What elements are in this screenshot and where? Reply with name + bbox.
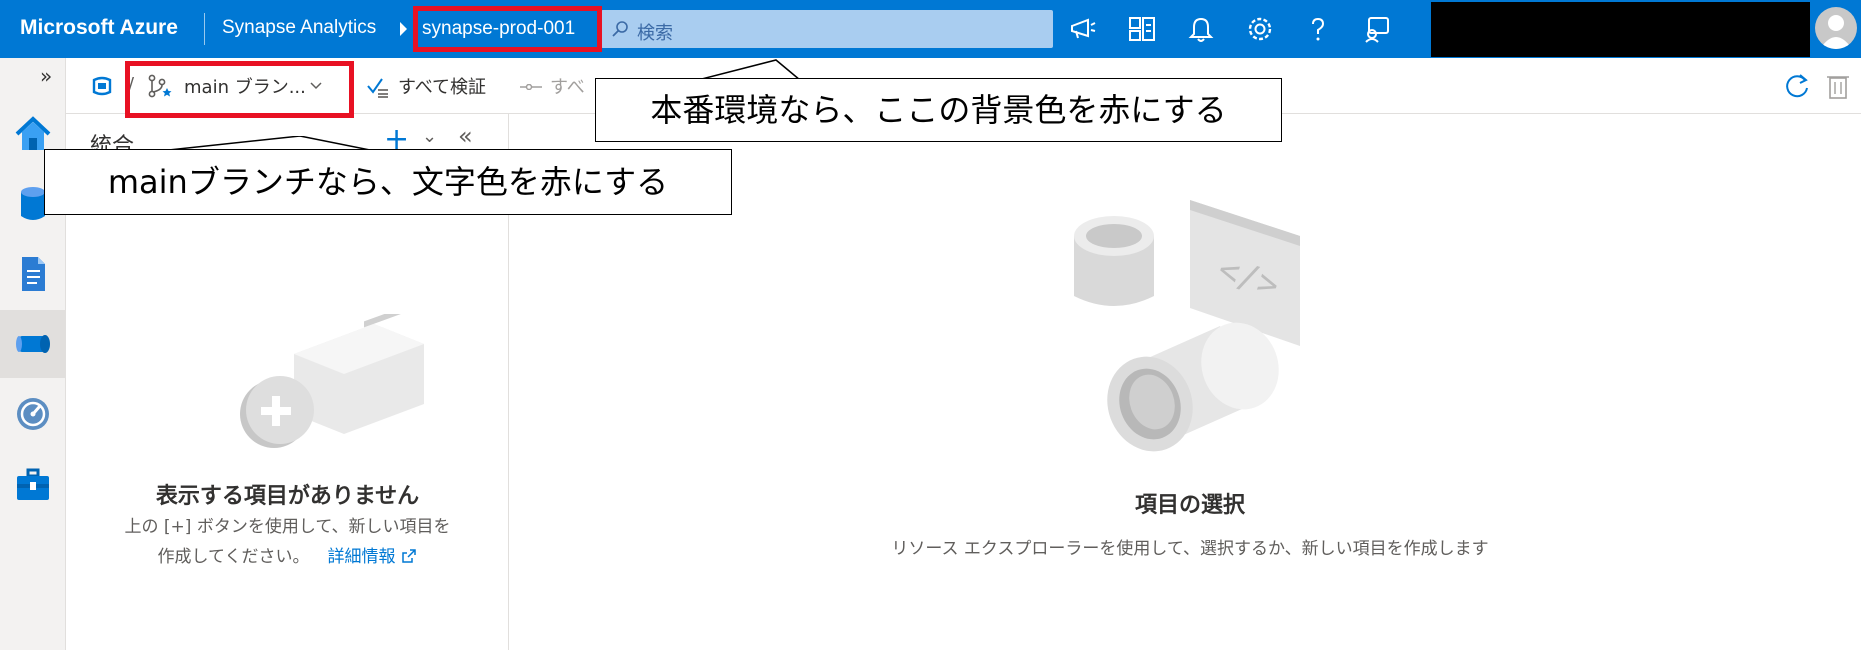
person-icon	[1820, 15, 1852, 49]
monitor-gauge-icon	[17, 398, 49, 430]
empty-state-text-2: 作成してください。 詳細情報	[66, 542, 509, 567]
rail-item-integrate[interactable]	[0, 310, 66, 378]
bell-icon[interactable]	[1186, 14, 1216, 44]
product-name[interactable]: Synapse Analytics	[222, 17, 376, 39]
validate-all-icon	[367, 78, 388, 98]
hide-pane-icon[interactable]: «	[458, 122, 473, 150]
rail-item-develop[interactable]	[0, 240, 66, 308]
left-rail: »	[0, 58, 66, 650]
search-icon	[612, 21, 628, 37]
repository-icon[interactable]	[90, 74, 114, 98]
brand-title[interactable]: Microsoft Azure	[20, 16, 178, 40]
search-box[interactable]: 検索	[601, 10, 1053, 48]
branch-highlight-box	[125, 61, 354, 118]
search-placeholder: 検索	[637, 23, 673, 44]
breadcrumb-arrow-icon	[400, 22, 407, 36]
select-item-title: 項目の選択	[1134, 493, 1245, 518]
validate-all-button[interactable]: すべて検証	[398, 73, 486, 99]
toolbox-icon	[17, 468, 49, 500]
portal-icon[interactable]	[1127, 14, 1157, 44]
rail-item-manage[interactable]	[0, 450, 66, 518]
gear-icon[interactable]	[1245, 14, 1275, 44]
account-redacted[interactable]	[1431, 2, 1810, 57]
callout-environment-note: 本番環境なら、ここの背景色を赤にする	[595, 78, 1282, 142]
learn-more-link[interactable]: 詳細情報	[327, 547, 395, 567]
avatar[interactable]	[1815, 7, 1857, 49]
select-item-illustration: </>	[1074, 200, 1300, 452]
expand-rail-icon[interactable]: »	[40, 64, 52, 88]
collapse-all-icon[interactable]: ⌄	[422, 126, 437, 147]
publish-all-button[interactable]: すべ	[550, 73, 585, 99]
discard-icon[interactable]	[1826, 72, 1850, 100]
empty-state-text-1: 上の [+] ボタンを使用して、新しい項目を	[124, 517, 451, 537]
empty-state-title: 表示する項目がありません	[155, 484, 420, 509]
home-icon	[15, 116, 51, 150]
rail-item-monitor[interactable]	[0, 380, 66, 448]
help-icon[interactable]	[1303, 14, 1333, 44]
pipeline-icon	[16, 335, 50, 353]
empty-add-illustration	[240, 314, 424, 448]
document-icon	[22, 257, 45, 291]
publish-all-icon	[520, 84, 542, 90]
refresh-icon[interactable]	[1783, 72, 1811, 100]
megaphone-icon[interactable]	[1068, 14, 1098, 44]
brand-separator	[204, 13, 205, 45]
feedback-icon[interactable]	[1362, 14, 1392, 44]
external-link-icon[interactable]	[401, 548, 417, 564]
select-item-subtitle: リソース エクスプローラーを使用して、選択するか、新しい項目を作成します	[891, 539, 1489, 559]
top-bar: Microsoft Azure Synapse Analytics synaps…	[0, 0, 1861, 58]
workspace-highlight-box	[413, 6, 602, 52]
callout-branch-note: mainブランチなら、文字色を赤にする	[44, 149, 732, 215]
empty-state-text-2-body: 作成してください。	[157, 547, 310, 567]
